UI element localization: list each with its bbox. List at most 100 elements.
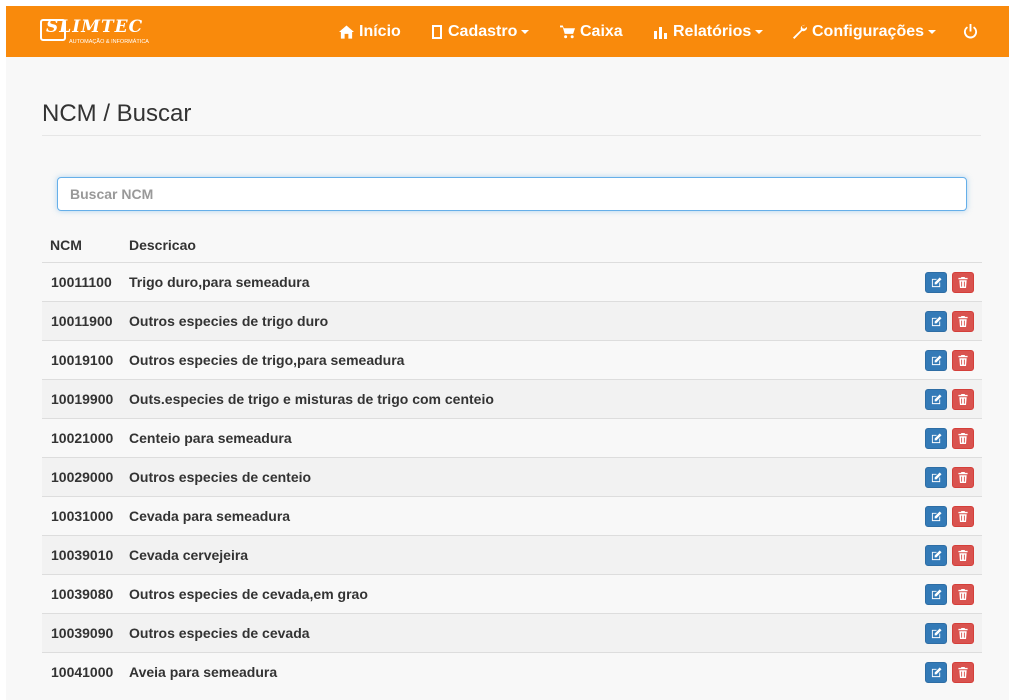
ncm-description: Aveia para semeadura [129, 664, 278, 680]
column-header-ncm: NCM [50, 237, 82, 253]
nav-caixa-label: Caixa [580, 22, 623, 40]
ncm-description: Outros especies de centeio [129, 469, 312, 485]
brand-name: SLIMTEC [46, 17, 144, 37]
ncm-description: Outros especies de trigo duro [129, 313, 329, 329]
nav-caixa[interactable]: Caixa [560, 6, 623, 57]
trash-icon [958, 550, 968, 561]
ncm-description: Centeio para semeadura [129, 430, 292, 446]
delete-button[interactable] [952, 389, 974, 410]
delete-button[interactable] [952, 311, 974, 332]
cart-icon [560, 24, 575, 38]
ncm-code: 10011900 [51, 313, 113, 329]
edit-icon [931, 550, 942, 561]
table-row: 10039010 Cevada cervejeira [42, 535, 982, 574]
edit-icon [931, 394, 942, 405]
top-navbar: SLIMTEC AUTOMAÇÃO & INFORMÁTICA Início C… [6, 6, 1009, 57]
nav-home-label: Início [359, 22, 401, 40]
trash-icon [958, 316, 968, 327]
edit-icon [931, 355, 942, 366]
chevron-down-icon [928, 29, 937, 34]
edit-icon [931, 316, 942, 327]
ncm-code: 10041000 [51, 664, 114, 680]
delete-button[interactable] [952, 467, 974, 488]
table-row: 10019100 Outros especies de trigo,para se… [42, 340, 982, 379]
ncm-code: 10039090 [51, 625, 114, 641]
edit-button[interactable] [925, 350, 947, 371]
edit-icon [931, 433, 942, 444]
power-icon [963, 24, 978, 39]
table-row: 10011100 Trigo duro,para semeadura [42, 262, 982, 301]
ncm-description: Outros especies de cevada,em grao [129, 586, 368, 602]
ncm-code: 10039080 [51, 586, 114, 602]
delete-button[interactable] [952, 584, 974, 605]
nav-home[interactable]: Início [339, 6, 401, 57]
edit-button[interactable] [925, 467, 947, 488]
wrench-icon [792, 24, 807, 39]
ncm-code: 10029000 [51, 469, 114, 485]
logout-button[interactable] [963, 6, 983, 57]
delete-button[interactable] [952, 623, 974, 644]
delete-button[interactable] [952, 662, 974, 683]
edit-icon [931, 472, 942, 483]
ncm-code: 10011100 [51, 274, 112, 290]
delete-button[interactable] [952, 428, 974, 449]
edit-button[interactable] [925, 623, 947, 644]
nav-cadastro[interactable]: Cadastro [431, 6, 530, 57]
edit-icon [931, 667, 942, 678]
brand-logo[interactable]: SLIMTEC AUTOMAÇÃO & INFORMÁTICA [40, 17, 160, 47]
ncm-description: Cevada para semeadura [129, 508, 291, 524]
nav-configuracoes[interactable]: Configurações [792, 6, 937, 57]
edit-button[interactable] [925, 311, 947, 332]
delete-button[interactable] [952, 545, 974, 566]
edit-icon [931, 277, 942, 288]
edit-button[interactable] [925, 428, 947, 449]
table-row: 10029000 Outros especies de centeio [42, 457, 982, 496]
main-content: NCM / Buscar NCM Descricao 10011100 Trigo… [6, 57, 1009, 700]
nav-cadastro-label: Cadastro [448, 22, 518, 40]
bar-chart-icon [654, 26, 667, 39]
ncm-code: 10019100 [51, 352, 114, 368]
column-header-descricao: Descricao [129, 237, 196, 253]
ncm-description: Outros especies de cevada [129, 625, 310, 641]
ncm-code: 10039010 [51, 547, 114, 563]
nav-relatorios[interactable]: Relatórios [654, 6, 764, 57]
trash-icon [958, 277, 968, 288]
edit-button[interactable] [925, 662, 947, 683]
chevron-down-icon [755, 29, 764, 34]
table-row: 10011900 Outros especies de trigo duro [42, 301, 982, 340]
edit-icon [931, 589, 942, 600]
page-title: NCM / Buscar [42, 100, 192, 127]
edit-icon [931, 511, 942, 522]
trash-icon [958, 472, 968, 483]
edit-button[interactable] [925, 545, 947, 566]
trash-icon [958, 433, 968, 444]
nav-configuracoes-label: Configurações [812, 22, 925, 40]
edit-button[interactable] [925, 584, 947, 605]
trash-icon [958, 355, 968, 366]
ncm-description: Outros especies de trigo,para semeadura [129, 352, 405, 368]
edit-button[interactable] [925, 506, 947, 527]
table-row: 10031000 Cevada para semeadura [42, 496, 982, 535]
search-input[interactable] [57, 177, 967, 211]
table-row: 10021000 Centeio para semeadura [42, 418, 982, 457]
home-icon [339, 24, 354, 39]
trash-icon [958, 511, 968, 522]
edit-icon [931, 628, 942, 639]
title-divider [42, 135, 981, 136]
ncm-description: Cevada cervejeira [129, 547, 249, 563]
edit-button[interactable] [925, 389, 947, 410]
ncm-code: 10031000 [51, 508, 114, 524]
delete-button[interactable] [952, 350, 974, 371]
trash-icon [958, 667, 968, 678]
ncm-code: 10019900 [51, 391, 114, 407]
table-row: 10041000 Aveia para semeadura [42, 652, 982, 691]
brand-tagline: AUTOMAÇÃO & INFORMÁTICA [69, 39, 149, 45]
nav-relatorios-label: Relatórios [673, 22, 752, 40]
ncm-code: 10021000 [51, 430, 114, 446]
delete-button[interactable] [952, 272, 974, 293]
trash-icon [958, 589, 968, 600]
table-row: 10039080 Outros especies de cevada,em gra… [42, 574, 982, 613]
delete-button[interactable] [952, 506, 974, 527]
edit-button[interactable] [925, 272, 947, 293]
ncm-description: Trigo duro,para semeadura [129, 274, 310, 290]
